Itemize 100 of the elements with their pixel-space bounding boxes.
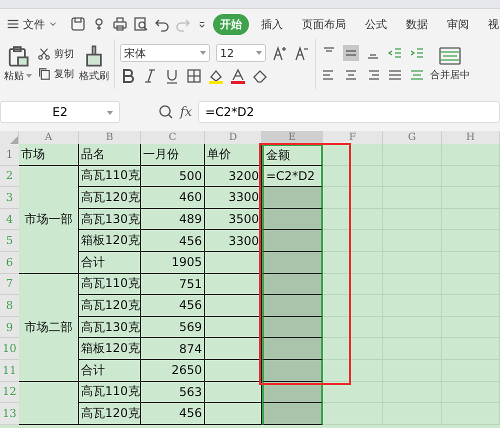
column-header[interactable]: B	[79, 131, 141, 144]
font-color-icon[interactable]	[230, 68, 246, 84]
header-cell: 一月份	[141, 144, 205, 166]
table-cell: 合计	[79, 360, 141, 382]
row-header[interactable]: 7	[0, 274, 19, 296]
header-cell: 品名	[79, 144, 141, 166]
selected-cell[interactable]	[262, 187, 323, 209]
selected-cell[interactable]	[262, 360, 323, 382]
selected-cell[interactable]	[262, 338, 323, 360]
column-header[interactable]: F	[323, 131, 383, 144]
print-preview-icon[interactable]	[133, 16, 149, 32]
table-cell: 合计	[79, 252, 141, 274]
caret-icon[interactable]	[256, 51, 262, 55]
brush-icon[interactable]	[83, 45, 105, 67]
selected-cell[interactable]	[262, 274, 323, 296]
header-cell: 金额	[262, 144, 323, 166]
borders-icon[interactable]	[186, 68, 202, 84]
table-cell: 3200	[205, 166, 262, 188]
selected-cell[interactable]	[262, 252, 323, 274]
ribbon-tab[interactable]: 审阅	[440, 14, 476, 34]
empty-cell	[323, 166, 383, 188]
table-cell: 456	[141, 403, 205, 425]
name-box[interactable]: E2	[0, 101, 120, 123]
bold-icon[interactable]	[120, 68, 136, 84]
caret-icon[interactable]	[200, 51, 206, 55]
ribbon-tab[interactable]: 视	[481, 14, 500, 34]
paste-button[interactable]: 粘贴	[4, 45, 32, 83]
selected-cell[interactable]	[262, 208, 323, 230]
ribbon-tab[interactable]: 公式	[358, 14, 394, 34]
underline-icon[interactable]	[164, 68, 180, 84]
table-cell: 高瓦120克	[79, 295, 141, 317]
fill-color-icon[interactable]	[208, 68, 224, 84]
eraser-icon[interactable]	[252, 68, 268, 84]
print-icon[interactable]	[112, 16, 128, 32]
selected-cell[interactable]	[262, 403, 323, 425]
zoom-icon[interactable]	[158, 104, 174, 120]
formula-field[interactable]: =C2*D2	[198, 101, 500, 123]
table-cell: 569	[141, 316, 205, 338]
header-cell: 市场	[19, 144, 79, 166]
merge-center-button[interactable]: 合并居中	[430, 46, 470, 82]
column-header[interactable]: H	[442, 131, 500, 144]
merge-cells-icon[interactable]	[438, 46, 462, 66]
ribbon-tab[interactable]: 开始	[213, 14, 249, 34]
row-header[interactable]: 12	[0, 382, 19, 404]
ribbon-tab[interactable]: 数据	[399, 14, 435, 34]
table-cell: 874	[141, 338, 205, 360]
row-header[interactable]: 1	[0, 144, 19, 166]
table-cell: 456	[141, 295, 205, 317]
table-cell: 高瓦130克	[79, 316, 141, 338]
table-cell: 箱板120克	[79, 338, 141, 360]
file-menu[interactable]: 文件	[4, 16, 60, 32]
table-cell: 1905	[141, 252, 205, 274]
row-header[interactable]: 4	[0, 208, 19, 230]
scissors-icon[interactable]	[37, 47, 51, 61]
column-header[interactable]: A	[19, 131, 79, 144]
caret-icon[interactable]	[107, 111, 113, 115]
selected-cell[interactable]	[262, 230, 323, 252]
clipboard-icon[interactable]	[7, 45, 29, 67]
save-icon[interactable]	[70, 16, 86, 32]
row-header[interactable]: 10	[0, 338, 19, 360]
header-cell: 单价	[205, 144, 262, 166]
table-cell: 489	[141, 208, 205, 230]
cut-button[interactable]: 剪切	[37, 47, 74, 61]
table-cell: 高瓦110克	[79, 166, 141, 188]
format-painter-button[interactable]: 格式刷	[79, 45, 109, 83]
row-header[interactable]: 9	[0, 316, 19, 338]
column-header[interactable]: C	[141, 131, 205, 144]
empty-cell	[383, 144, 442, 166]
table-cell: 高瓦110克	[79, 274, 141, 296]
table-cell: 456	[141, 230, 205, 252]
function-button[interactable]: fx	[180, 104, 192, 120]
table-cell: 751	[141, 274, 205, 296]
empty-cell	[323, 144, 383, 166]
row-header[interactable]: 6	[0, 252, 19, 274]
empty-cell	[442, 144, 500, 166]
ribbon-tab[interactable]: 插入	[254, 14, 290, 34]
increase-font-icon[interactable]	[272, 45, 288, 61]
row-header[interactable]: 8	[0, 295, 19, 317]
align-middle-icon[interactable]	[343, 45, 359, 61]
font-select[interactable]: 宋体	[120, 44, 210, 62]
table-cell: 高瓦120克	[79, 187, 141, 209]
italic-icon[interactable]	[142, 68, 158, 84]
row-header[interactable]: 5	[0, 230, 19, 252]
copy-button[interactable]: 复制	[37, 67, 74, 81]
row-header[interactable]: 11	[0, 360, 19, 382]
column-header[interactable]: E	[262, 131, 323, 144]
decrease-font-icon[interactable]	[294, 45, 310, 61]
ribbon-tab[interactable]: 页面布局	[295, 14, 353, 34]
selected-cell[interactable]	[262, 316, 323, 338]
row-header[interactable]: 2	[0, 166, 19, 188]
menu-icon[interactable]	[6, 17, 20, 31]
copy-icon[interactable]	[37, 67, 51, 81]
font-size-select[interactable]: 12	[216, 44, 266, 62]
row-header[interactable]: 13	[0, 403, 19, 425]
column-header[interactable]: G	[383, 131, 442, 144]
row-header[interactable]: 3	[0, 187, 19, 209]
table-cell: 460	[141, 187, 205, 209]
caret-icon[interactable]	[26, 74, 32, 78]
selected-cell[interactable]	[262, 295, 323, 317]
column-header[interactable]: D	[205, 131, 262, 144]
